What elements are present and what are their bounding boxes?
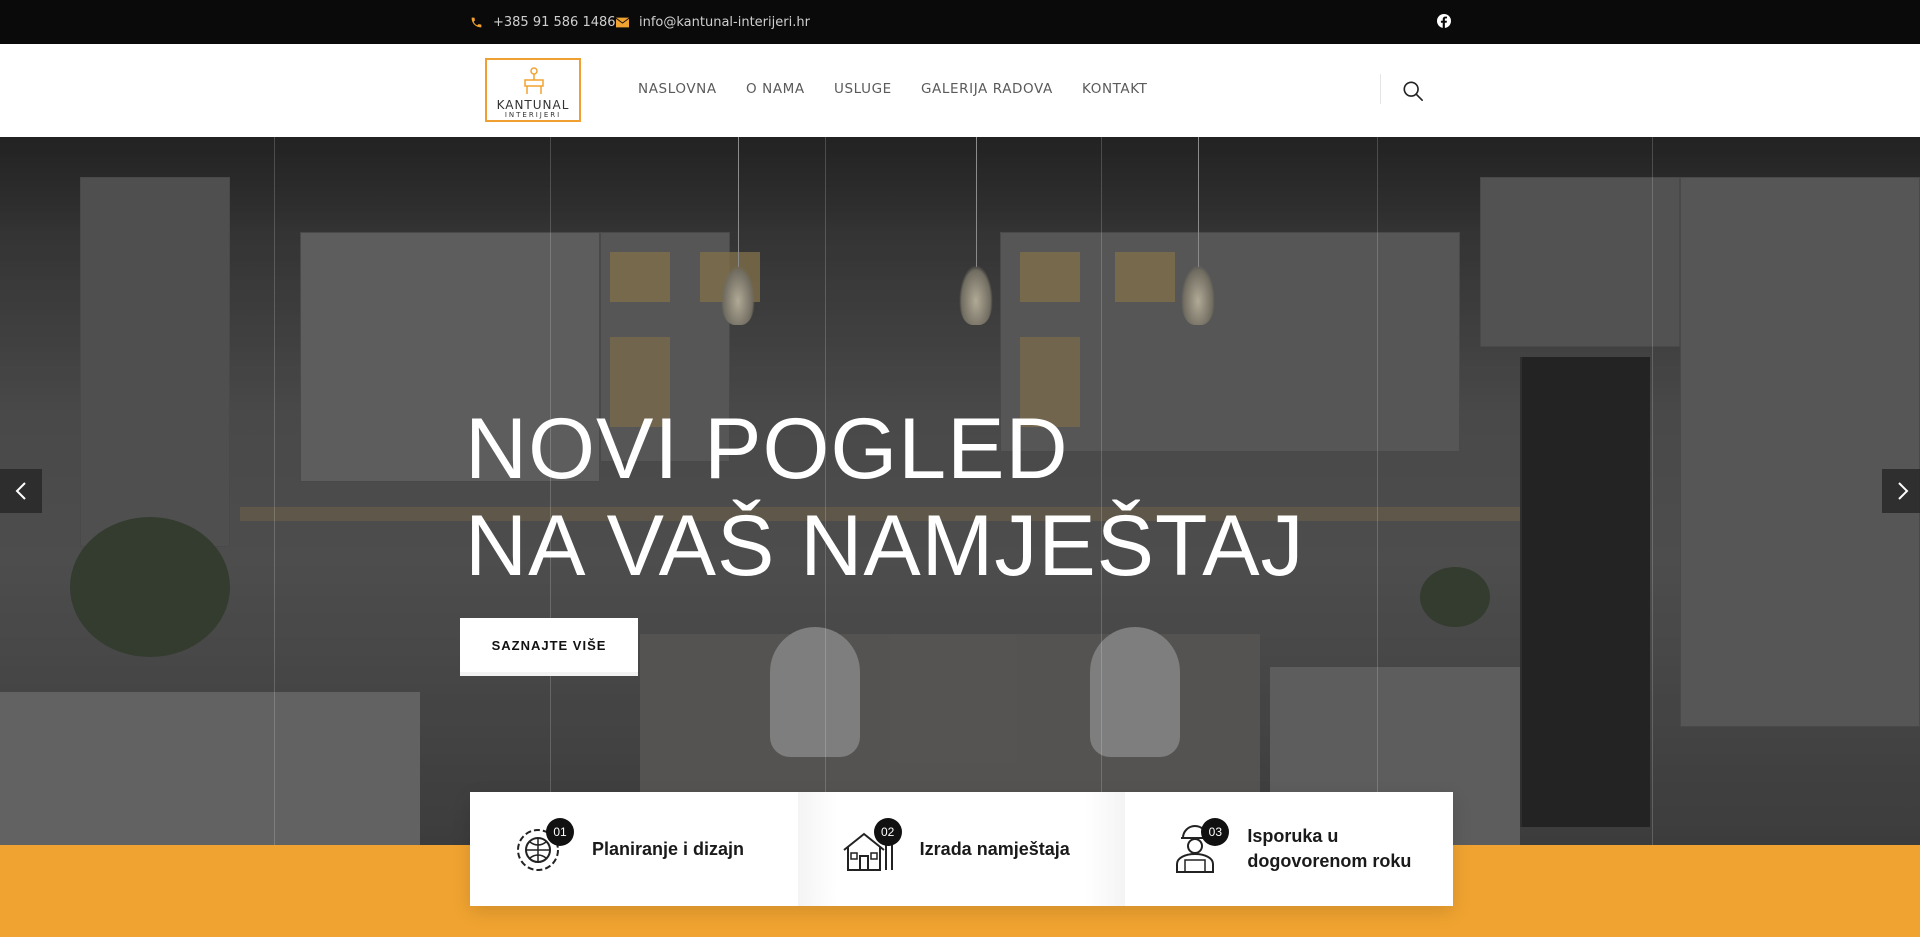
envelope-icon — [616, 17, 629, 27]
chevron-right-icon — [1898, 482, 1909, 500]
topbar-phone[interactable]: +385 91 586 1486 — [470, 0, 616, 44]
logo-text-sub: INTERIJERI — [504, 111, 562, 119]
hero-headline: NOVI POGLED NA VAŠ NAMJEŠTAJ — [465, 401, 1305, 595]
phone-icon — [471, 17, 482, 27]
feature-card: 01 Planiranje i dizajn — [470, 792, 798, 906]
header-divider — [1380, 74, 1381, 104]
search-icon[interactable] — [1402, 80, 1424, 102]
site-header: KANTUNAL INTERIJERI NASLOVNA O NAMA USLU… — [0, 44, 1920, 137]
feature-number: 01 — [546, 818, 574, 846]
feature-title: Izrada namještaja — [919, 838, 1070, 859]
nav-usluge[interactable]: USLUGE — [834, 81, 892, 97]
nav-kontakt[interactable]: KONTAKT — [1082, 81, 1148, 97]
logo-text-main: KANTUNAL — [496, 98, 570, 112]
feature-title: Isporuka u dogovorenom roku — [1247, 826, 1412, 871]
nav-naslovna[interactable]: NASLOVNA — [638, 81, 717, 97]
slider-next-button[interactable] — [1882, 469, 1920, 513]
nav-o-nama[interactable]: O NAMA — [746, 81, 805, 97]
feature-card: 02 Izrada namještaja — [797, 792, 1126, 906]
feature-number: 03 — [1201, 818, 1230, 846]
grid-line — [1652, 137, 1653, 845]
topbar-email[interactable]: info@kantunal-interijeri.hr — [616, 0, 810, 44]
email-text: info@kantunal-interijeri.hr — [639, 14, 810, 30]
feature-card: 03 Isporuka u dogovorenom roku — [1125, 792, 1453, 906]
facebook-icon[interactable] — [1437, 14, 1451, 28]
nav-galerija-radova[interactable]: GALERIJA RADOVA — [921, 81, 1053, 97]
features-strip: 01 Planiranje i dizajn 02 Izrada namješt… — [470, 792, 1453, 906]
hero-slider: NOVI POGLED NA VAŠ NAMJEŠTAJ SAZNAJTE VI… — [0, 137, 1920, 845]
site-logo[interactable]: KANTUNAL INTERIJERI — [485, 58, 581, 122]
feature-number: 02 — [873, 818, 902, 846]
learn-more-button[interactable]: SAZNAJTE VIŠE — [460, 618, 638, 676]
top-bar: +385 91 586 1486 info@kantunal-interijer… — [0, 0, 1920, 44]
feature-title: Planiranje i dizajn — [592, 838, 745, 859]
phone-text: +385 91 586 1486 — [493, 14, 616, 30]
chevron-left-icon — [15, 482, 26, 500]
grid-line — [274, 137, 275, 845]
slider-prev-button[interactable] — [0, 469, 42, 513]
workbench-logo-icon — [524, 67, 544, 94]
grid-line — [1377, 137, 1378, 845]
headline-line-1: NOVI POGLED — [465, 401, 1069, 497]
headline-line-2: NA VAŠ NAMJEŠTAJ — [465, 498, 1305, 594]
